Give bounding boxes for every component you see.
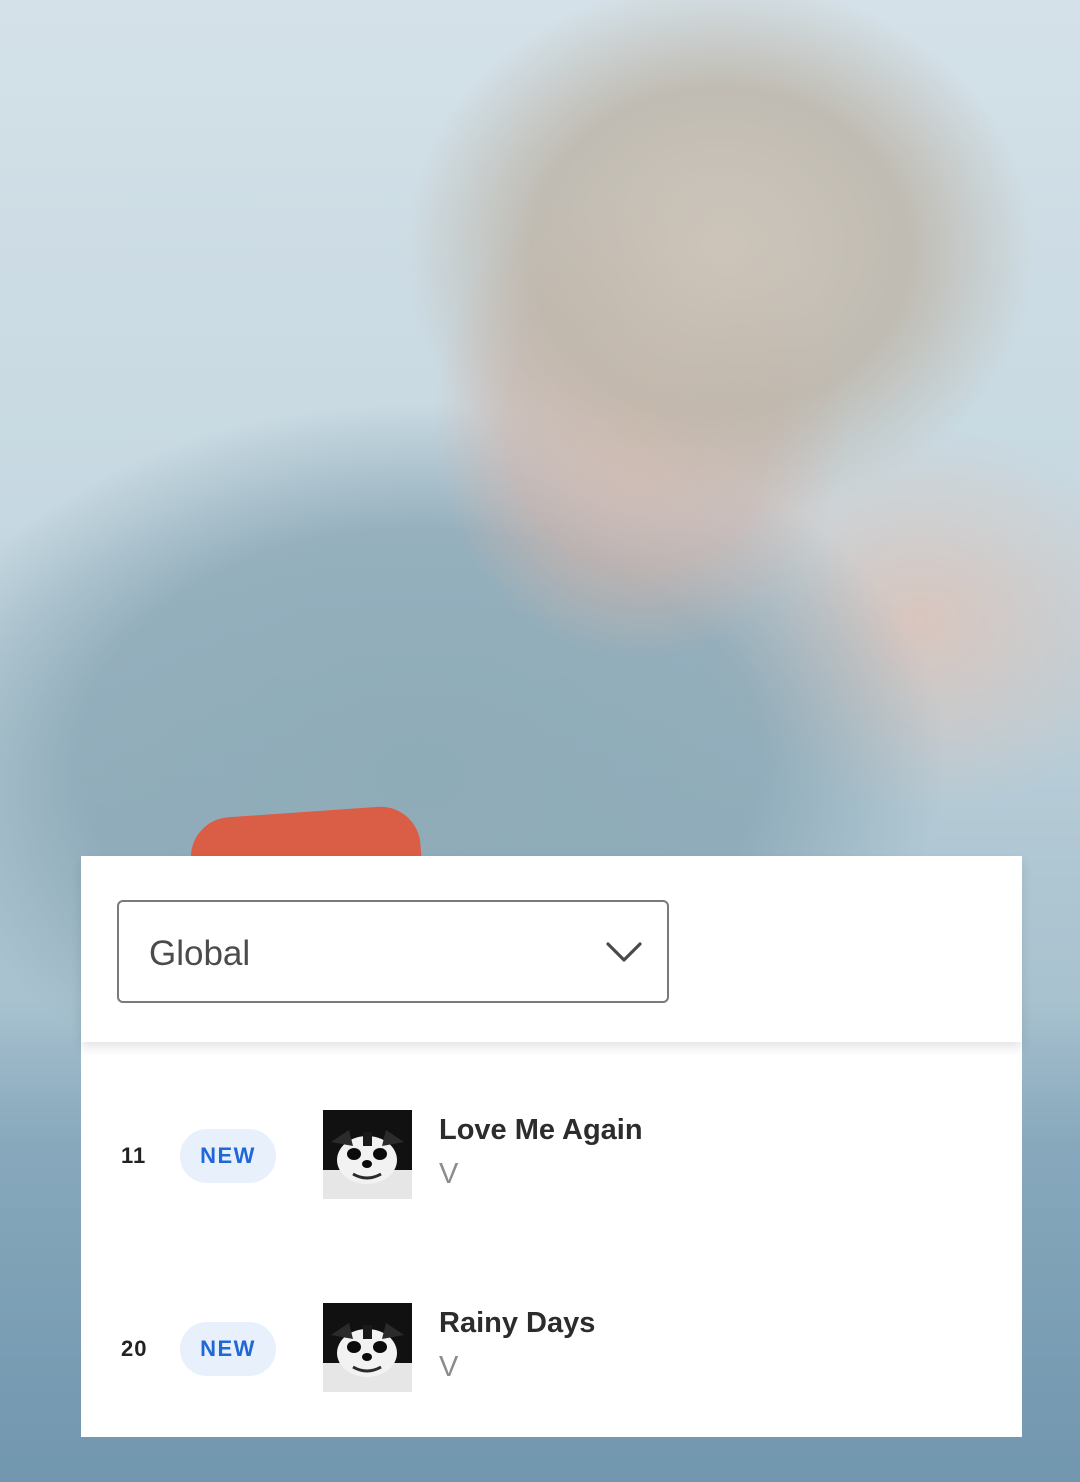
album-cover[interactable] (323, 1110, 412, 1199)
track-title[interactable]: Rainy Days (439, 1307, 595, 1340)
filter-bar: Global (81, 856, 1022, 1042)
chart-card: Global 11 NEW Love Me Again V 20 NEW Rai… (81, 856, 1022, 1437)
track-title[interactable]: Love Me Again (439, 1114, 643, 1147)
region-dropdown[interactable]: Global (117, 900, 669, 1003)
album-cover[interactable] (323, 1303, 412, 1392)
new-entry-badge: NEW (180, 1322, 276, 1376)
new-entry-badge: NEW (180, 1129, 276, 1183)
chevron-down-icon (606, 942, 642, 962)
track-artist[interactable]: V (439, 1158, 458, 1191)
chart-row-love-me-again[interactable]: 11 NEW Love Me Again V (81, 1096, 1022, 1216)
chart-rank: 11 (121, 1143, 147, 1168)
track-artist[interactable]: V (439, 1351, 458, 1384)
chart-row-rainy-days[interactable]: 20 NEW Rainy Days V (81, 1289, 1022, 1409)
chart-rank: 20 (121, 1336, 148, 1361)
region-dropdown-value: Global (149, 934, 251, 973)
